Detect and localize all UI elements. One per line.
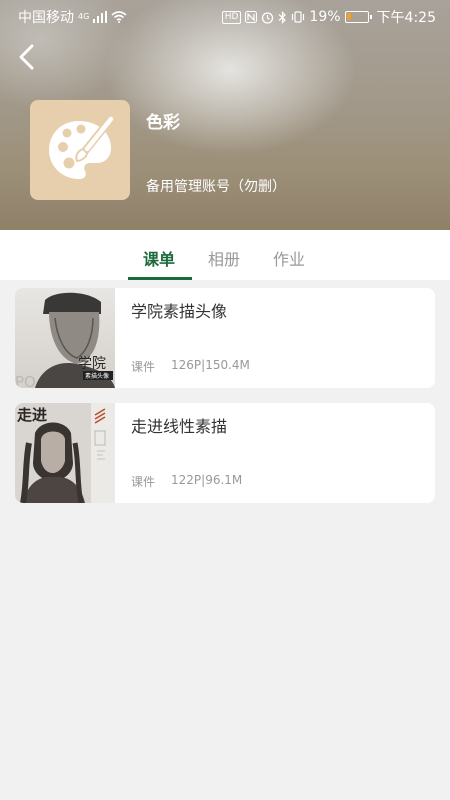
back-button[interactable] xyxy=(14,42,40,72)
cover-title-text: 走进 xyxy=(17,406,47,424)
wifi-icon xyxy=(111,11,127,23)
signal-icon xyxy=(93,11,108,23)
group-subtitle: 备用管理账号（勿删） xyxy=(146,179,286,195)
course-stats: 126P|150.4M xyxy=(171,358,250,372)
active-tab-indicator xyxy=(128,277,192,280)
status-bar: 中国移动 4G HD 19% 下午4:25 xyxy=(0,0,450,32)
course-stats: 122P|96.1M xyxy=(171,473,243,487)
cover-badge-text: 素描头像 xyxy=(85,372,109,380)
course-meta: 课件 126P|150.4M xyxy=(131,358,250,375)
battery-level xyxy=(346,13,351,20)
course-cover-image: 走进 xyxy=(15,403,115,503)
nfc-icon xyxy=(245,11,258,23)
tab-album[interactable]: 相册 xyxy=(208,246,240,270)
vibrate-icon xyxy=(292,11,305,23)
course-title: 走进线性素描 xyxy=(131,417,228,436)
course-card[interactable]: PO 学院 素描头像 学院素描头像 课件 126P|150.4M xyxy=(15,288,435,388)
battery-icon xyxy=(344,11,372,23)
cover-title-text: 学院 xyxy=(78,356,106,372)
alarm-icon xyxy=(262,11,274,24)
course-type: 课件 xyxy=(131,360,156,374)
course-title: 学院素描头像 xyxy=(131,302,228,321)
cover-watermark-text: PO xyxy=(15,373,36,388)
course-meta: 课件 122P|96.1M xyxy=(131,473,242,490)
course-cover-image: PO 学院 素描头像 xyxy=(15,288,115,388)
tab-bar: 课单 相册 作业 xyxy=(0,230,450,280)
bluetooth-icon xyxy=(279,10,287,24)
carrier-label: 中国移动 xyxy=(18,10,74,26)
battery-percent: 19% xyxy=(309,9,341,25)
network-type-label: 4G xyxy=(78,12,90,21)
tab-course-list[interactable]: 课单 xyxy=(143,246,175,270)
group-logo xyxy=(30,100,130,200)
chevron-left-icon xyxy=(19,44,34,70)
header-banner: 中国移动 4G HD 19% 下午4:25 色彩 备用管理账号（勿删） xyxy=(0,0,450,230)
hd-icon: HD xyxy=(221,10,242,24)
course-card[interactable]: 走进 走进线性素描 课件 122P|96.1M xyxy=(15,403,435,503)
tab-homework[interactable]: 作业 xyxy=(273,246,305,270)
clock: 下午4:25 xyxy=(376,10,436,26)
palette-icon xyxy=(49,115,115,179)
course-type: 课件 xyxy=(131,475,156,489)
group-title: 色彩 xyxy=(146,113,180,133)
